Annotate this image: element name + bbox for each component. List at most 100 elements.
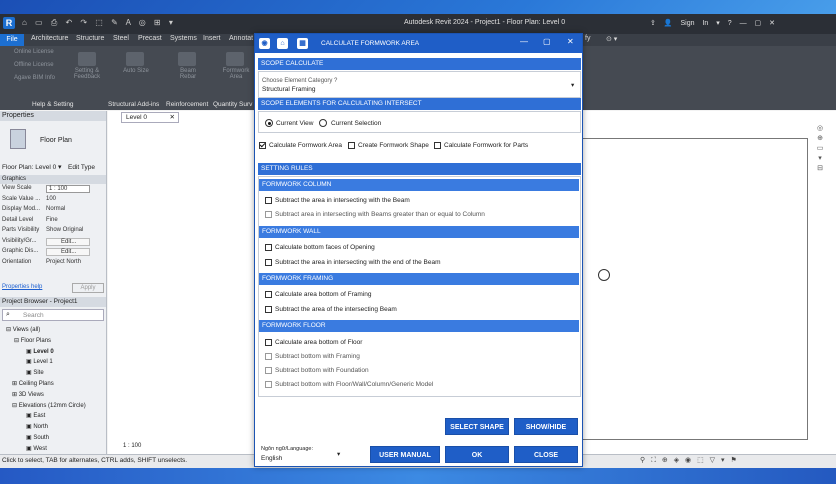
quick-access-toolbar[interactable]: ⌂ ▭ ⎙ ↶ ↷ ⬚ ✎ A ◎ ⊞ ▾ [22, 18, 176, 28]
floor-rule-2-checkbox[interactable] [265, 353, 272, 360]
tree-item[interactable]: ▣ East [26, 412, 45, 419]
selector-chevron-icon[interactable]: ▾ [58, 163, 62, 171]
language-label: Ngôn ngữ/Language: [261, 446, 314, 452]
category-dropdown[interactable]: Choose Element Category ? Structural Fra… [258, 71, 581, 98]
property-value[interactable]: Edit... [46, 237, 90, 246]
language-chevron-icon[interactable]: ▾ [337, 450, 340, 458]
setting-feedback-button[interactable]: Setting & Feedback [70, 68, 104, 80]
edit-type-button[interactable]: Edit Type [68, 164, 95, 171]
create-shape-checkbox[interactable] [348, 142, 355, 149]
wall-rule-1-checkbox[interactable] [265, 244, 272, 251]
navigation-bar[interactable]: ◎ ⊕ ▭ ▾ ⊟ [812, 124, 828, 184]
grid-icon[interactable]: ▦ [297, 38, 308, 49]
tree-item[interactable]: ⊞ Ceiling Plans [12, 380, 54, 387]
property-label: Detail Level [2, 216, 34, 223]
tab-insert[interactable]: Insert [203, 35, 221, 42]
radio-current-selection[interactable] [319, 119, 327, 127]
view-tab-level-0[interactable]: Level 0 ✕ [121, 112, 179, 123]
share-icon[interactable]: ⇪ [650, 20, 656, 27]
property-value[interactable]: 1 : 100 [46, 185, 90, 193]
framing-rule-1-label: Calculate area bottom of Framing [275, 291, 372, 298]
column-rule-2-checkbox[interactable] [265, 211, 272, 218]
ok-button[interactable]: OK [445, 446, 509, 463]
calc-parts-checkbox[interactable] [434, 142, 441, 149]
tab-structure[interactable]: Structure [76, 35, 104, 42]
tab-modify[interactable]: fy [585, 35, 590, 42]
beam-rebar-button[interactable]: Beam Rebar [174, 68, 202, 80]
floor-rule-1-checkbox[interactable] [265, 339, 272, 346]
tree-item[interactable]: ▣ Level 0 [26, 348, 54, 355]
tree-item[interactable]: ⊟ Elevations (12mm Circle) [12, 402, 86, 409]
properties-help-link[interactable]: Properties help [2, 284, 42, 290]
help-icon[interactable]: ? [728, 20, 732, 27]
close-tab-icon[interactable]: ✕ [170, 113, 175, 123]
browser-search-box[interactable]: ⌕ Search [2, 309, 104, 321]
radio-current-view[interactable] [265, 119, 273, 127]
tree-item-label: North [33, 424, 49, 431]
close-window-button[interactable]: ✕ [769, 20, 775, 27]
property-value[interactable]: Project North [46, 259, 81, 265]
view-scale[interactable]: 1 : 100 [123, 443, 141, 449]
tree-item[interactable]: ▣ West [26, 445, 47, 452]
tree-item[interactable]: ▣ Level 1 [26, 358, 53, 365]
group-structural-addins: Structural Add-ins [108, 101, 160, 108]
plan-frame [580, 138, 808, 440]
apply-button[interactable]: Apply [72, 283, 104, 293]
tree-item[interactable]: ▣ North [26, 423, 48, 430]
user-icon[interactable]: 👤 [664, 20, 673, 27]
property-value[interactable]: 100 [46, 196, 56, 202]
tree-item[interactable]: ▣ Site [26, 369, 44, 376]
select-shape-button[interactable]: SELECT SHAPE [445, 418, 509, 435]
cart-icon[interactable]: ▾ [716, 20, 720, 27]
column-rule-1-checkbox[interactable] [265, 197, 272, 204]
offline-license-button[interactable]: Offline License [14, 62, 54, 68]
tree-item[interactable]: ⊞ 3D Views [12, 391, 44, 398]
category-value: Structural Framing [262, 86, 316, 93]
close-button[interactable]: CLOSE [514, 446, 578, 463]
minimize-button[interactable]: — [740, 20, 747, 27]
floor-rule-3-checkbox[interactable] [265, 367, 272, 374]
wall-rule-2-label: Subtract the area in intersecting with t… [275, 259, 441, 266]
tab-precast[interactable]: Precast [138, 35, 162, 42]
online-license-button[interactable]: Online License [14, 49, 54, 55]
property-value[interactable]: Fine [46, 217, 58, 223]
auto-size-button[interactable]: Auto Size [122, 68, 150, 74]
status-icons[interactable]: ⚲ ⛶ ⊕ ◈ ◉ ⬚ ▽ ▾ ⚑ [640, 456, 739, 465]
agave-info-button[interactable]: Agave BIM Info [14, 75, 55, 81]
property-value[interactable]: Show Original [46, 227, 83, 233]
create-shape-label: Create Formwork Shape [358, 142, 429, 149]
framing-rule-2-checkbox[interactable] [265, 306, 272, 313]
user-manual-button[interactable]: USER MANUAL [370, 446, 440, 463]
property-value[interactable]: Normal [46, 206, 65, 212]
formwork-area-button[interactable]: Formwork Area [220, 68, 252, 80]
dialog-maximize-button[interactable]: ▢ [543, 37, 551, 46]
view-selector[interactable]: Floor Plan: Level 0 [2, 164, 56, 171]
sign-in-link[interactable]: Sign In [681, 20, 709, 27]
floor-rule-4-checkbox[interactable] [265, 381, 272, 388]
scope-calculate-header: SCOPE CALCULATE [258, 58, 581, 70]
tree-item[interactable]: ▣ South [26, 434, 49, 441]
current-view-label: Current View [276, 120, 314, 127]
calc-area-checkbox[interactable] [259, 142, 266, 149]
property-label: View Scale [2, 185, 32, 191]
dialog-minimize-button[interactable]: — [520, 37, 528, 46]
language-select[interactable]: English [261, 455, 282, 462]
tab-annotate[interactable]: Annotat [229, 35, 253, 42]
tab-systems[interactable]: Systems [170, 35, 197, 42]
framing-rule-1-checkbox[interactable] [265, 291, 272, 298]
graphics-section: Graphics [0, 175, 106, 184]
tab-steel[interactable]: Steel [113, 35, 129, 42]
maximize-button[interactable]: ▢ [755, 20, 762, 27]
tree-item[interactable]: ⊟ Floor Plans [14, 337, 51, 344]
tab-architecture[interactable]: Architecture [31, 35, 68, 42]
dialog-close-icon[interactable]: ✕ [567, 37, 574, 46]
wall-rule-2-checkbox[interactable] [265, 259, 272, 266]
show-hide-button[interactable]: SHOW/HIDE [514, 418, 578, 435]
property-value[interactable]: Edit... [46, 248, 90, 256]
tab-file[interactable]: File [0, 34, 24, 46]
ribbon-options-icon[interactable]: ⊙ ▾ [606, 35, 617, 43]
home-icon[interactable]: ⌂ [277, 38, 288, 49]
tree-item[interactable]: ⊟ Views (all) [6, 326, 40, 333]
group-help-setting: Help & Setting [32, 101, 74, 108]
revit-logo-icon[interactable]: R [3, 17, 15, 29]
